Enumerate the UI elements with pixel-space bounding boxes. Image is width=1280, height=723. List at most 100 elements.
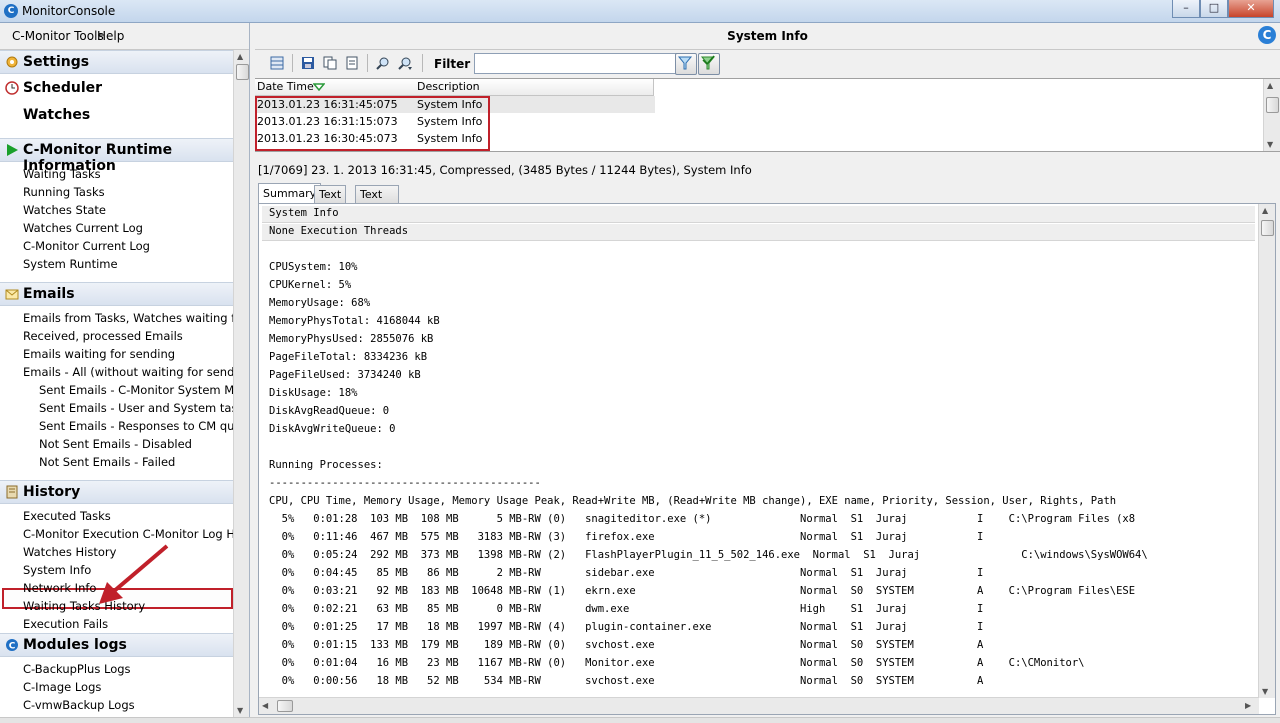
scroll-thumb[interactable] [1266,97,1279,113]
column-header-description[interactable]: Description [415,79,654,96]
section-history[interactable]: History [0,480,233,504]
filter-input[interactable] [474,53,678,74]
status-bar [0,717,1280,723]
annotation-arrow-icon [99,544,169,604]
stat-disk-read-queue: DiskAvgReadQueue: 0 [269,405,390,417]
stat-disk-usage: DiskUsage: 18% [269,387,358,399]
toolbar-separator [367,54,368,72]
document-icon[interactable] [343,54,361,72]
running-processes-title: Running Processes: [269,459,383,471]
stat-pagefile-total: PageFileTotal: 8334236 kB [269,351,428,363]
stat-memory-usage: MemoryUsage: 68% [269,297,371,309]
nav-emails-from-tasks[interactable]: Emails from Tasks, Watches waiting for s… [23,311,233,325]
nav-cimage-logs[interactable]: C-Image Logs [23,680,101,694]
scroll-left-icon[interactable]: ◀ [262,701,268,710]
nav-network-info[interactable]: Network Info [23,581,96,595]
nav-system-info[interactable]: System Info [23,563,91,577]
nav-cvmwbackup-logs[interactable]: C-vmwBackup Logs [23,698,135,712]
scroll-down-icon[interactable]: ▼ [237,706,243,715]
save-icon[interactable] [299,54,317,72]
scroll-down-icon[interactable]: ▼ [1262,687,1268,696]
toolbar-separator [292,54,293,72]
process-row: 0% 0:04:45 85 MB 86 MB 2 MB-RW sidebar.e… [269,567,984,579]
section-settings[interactable]: Settings [0,50,233,74]
nav-cmonitor-log-history[interactable]: C-Monitor Execution C-Monitor Log Histor… [23,527,233,541]
filter-clear-icon[interactable] [698,53,720,75]
content-horizontal-scrollbar[interactable]: ◀ ▶ [259,697,1259,714]
scroll-down-icon[interactable]: ▼ [1267,140,1273,149]
title-bar: C MonitorConsole – □ ✕ [0,0,1280,23]
section-runtime[interactable]: C-Monitor Runtime Information [0,138,233,174]
nav-executed-tasks[interactable]: Executed Tasks [23,509,111,523]
nav-not-sent-failed[interactable]: Not Sent Emails - Failed [39,455,175,469]
grid-view-icon[interactable] [268,54,286,72]
content-header-threads: None Execution Threads [269,225,409,237]
scroll-thumb[interactable] [1261,220,1274,236]
filter-apply-icon[interactable] [675,53,697,75]
column-header-datetime[interactable]: Date Time [255,79,416,96]
menu-bar: C-Monitor Tools Help [0,23,249,50]
panel-header: System Info C [255,23,1280,50]
sort-desc-icon [313,83,325,91]
nav-watches-state[interactable]: Watches State [23,203,106,217]
nav-waiting-tasks[interactable]: Waiting Tasks [23,167,101,181]
tab-text-series[interactable]: Text Series [355,185,399,218]
section-modules[interactable]: C Modules logs [0,633,233,657]
cmonitor-logo-icon[interactable]: C [1258,26,1276,44]
content-scrollbar[interactable]: ▲ ▼ [1258,204,1275,698]
section-history-label: History [23,484,81,500]
app-logo-icon: C [4,4,18,18]
svg-text:C: C [9,642,16,652]
scroll-thumb[interactable] [236,64,249,80]
stat-cpu-kernel: CPUKernel: 5% [269,279,352,291]
scroll-up-icon[interactable]: ▲ [1262,206,1268,215]
scroll-up-icon[interactable]: ▲ [237,52,243,61]
menu-help[interactable]: Help [97,29,124,43]
minimize-button[interactable]: – [1172,0,1200,18]
panel-title: System Info [727,29,808,43]
summary-content: System Info None Execution Threads CPUSy… [258,203,1276,715]
stat-pagefile-used: PageFileUsed: 3734240 kB [269,369,421,381]
tab-text[interactable]: Text [314,185,347,203]
left-scrollbar[interactable]: ▲ ▼ [233,50,249,717]
process-row: 5% 0:01:28 103 MB 108 MB 5 MB-RW (0) sna… [269,513,1136,525]
main-panel: System Info C Filter Date Time Descripti… [255,23,1280,717]
menu-cmonitor-tools[interactable]: C-Monitor Tools [12,29,104,43]
nav-received-emails[interactable]: Received, processed Emails [23,329,183,343]
nav-cmonitor-current-log[interactable]: C-Monitor Current Log [23,239,150,253]
section-emails-label: Emails [23,286,75,302]
tab-summary[interactable]: Summary [258,183,322,204]
process-row: 0% 0:05:24 292 MB 373 MB 1398 MB-RW (2) … [269,549,1148,561]
nav-system-runtime[interactable]: System Runtime [23,257,118,271]
find-icon[interactable] [374,54,392,72]
copy-icon[interactable] [321,54,339,72]
nav-sent-user[interactable]: Sent Emails - User and System tasks Res [39,401,233,415]
nav-sent-system[interactable]: Sent Emails - C-Monitor System Message [39,383,233,397]
nav-watches-current-log[interactable]: Watches Current Log [23,221,143,235]
grid-scrollbar[interactable]: ▲ ▼ [1263,79,1280,151]
content-header-system-info: System Info [269,207,339,219]
nav-running-tasks[interactable]: Running Tasks [23,185,105,199]
process-row: 0% 0:00:56 18 MB 52 MB 534 MB-RW svchost… [269,675,984,687]
record-info-line: [1/7069] 23. 1. 2013 16:31:45, Compresse… [258,163,752,177]
section-emails[interactable]: Emails [0,282,233,306]
process-row: 0% 0:02:21 63 MB 85 MB 0 MB-RW dwm.exe H… [269,603,984,615]
scroll-up-icon[interactable]: ▲ [1267,81,1273,90]
nav-execution-fails[interactable]: Execution Fails [23,617,108,631]
nav-sent-responses[interactable]: Sent Emails - Responses to CM queries [39,419,233,433]
nav-watches[interactable]: Watches [23,107,90,123]
nav-cbackupplus-logs[interactable]: C-BackupPlus Logs [23,662,131,676]
stat-memory-phys-used: MemoryPhysUsed: 2855076 kB [269,333,434,345]
stat-cpu-system: CPUSystem: 10% [269,261,358,273]
maximize-button[interactable]: □ [1200,0,1228,18]
nav-emails-all[interactable]: Emails - All (without waiting for sendin… [23,365,233,379]
separator-line: ----------------------------------------… [269,477,541,489]
nav-scheduler[interactable]: Scheduler [23,80,102,96]
nav-emails-waiting[interactable]: Emails waiting for sending [23,347,175,361]
scroll-thumb[interactable] [277,700,293,712]
find-next-icon[interactable] [396,54,414,72]
scroll-right-icon[interactable]: ▶ [1245,701,1251,710]
close-button[interactable]: ✕ [1228,0,1274,18]
filter-label: Filter [434,57,471,71]
nav-not-sent-disabled[interactable]: Not Sent Emails - Disabled [39,437,192,451]
